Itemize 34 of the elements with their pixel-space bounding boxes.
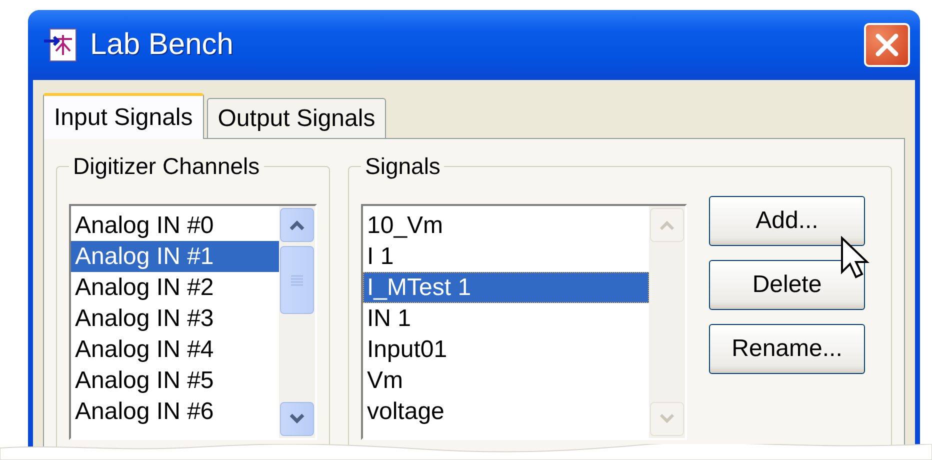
group-label: Signals xyxy=(364,153,442,180)
list-item[interactable]: Analog IN #6 xyxy=(71,396,279,427)
mouse-pointer-icon xyxy=(840,236,870,280)
close-icon xyxy=(874,32,900,58)
close-button[interactable] xyxy=(864,23,910,67)
list-item[interactable]: Analog IN #0 xyxy=(71,210,279,241)
tab[interactable]: Input Signals xyxy=(43,93,204,139)
caret-up-icon xyxy=(658,219,676,231)
list-item[interactable]: Analog IN #2 xyxy=(71,272,279,303)
list-item[interactable]: Vm xyxy=(363,365,649,396)
caret-down-icon xyxy=(658,413,676,425)
channel-list[interactable]: Analog IN #0 Analog IN #1 Analog IN #2 Analog IN #3 Analog IN #4 Analog IN #5 Analog IN #6 xyxy=(69,204,317,440)
scroll-thumb[interactable] xyxy=(280,246,314,314)
list-item[interactable]: Analog IN #4 xyxy=(71,334,279,365)
action-button[interactable]: Delete xyxy=(709,260,865,310)
list-item[interactable]: Analog IN #1 xyxy=(71,241,279,272)
list-item[interactable]: IN 1 xyxy=(363,303,649,334)
action-button[interactable]: Rename... xyxy=(709,324,865,374)
action-button[interactable]: Add... xyxy=(709,196,865,246)
caret-up-icon xyxy=(288,219,306,231)
window-title: Lab Bench xyxy=(90,28,234,62)
list-item[interactable]: I_MTest 1 xyxy=(363,272,649,303)
scroll-down-button[interactable] xyxy=(280,402,314,436)
list-item[interactable]: 10_Vm xyxy=(363,210,649,241)
tab[interactable]: Output Signals xyxy=(206,98,386,138)
list-item[interactable]: I 1 xyxy=(363,241,649,272)
caret-down-icon xyxy=(288,413,306,425)
list-item[interactable]: Input01 xyxy=(363,334,649,365)
list-item[interactable]: Analog IN #3 xyxy=(71,303,279,334)
list-item[interactable]: Analog IN #5 xyxy=(71,365,279,396)
group-label: Digitizer Channels xyxy=(72,153,261,180)
scroll-up-button[interactable] xyxy=(280,208,314,242)
signal-list[interactable]: 10_Vm I 1 I_MTest 1 IN 1 Input01 Vm voltage xyxy=(361,204,687,440)
list-item[interactable]: voltage xyxy=(363,396,649,427)
